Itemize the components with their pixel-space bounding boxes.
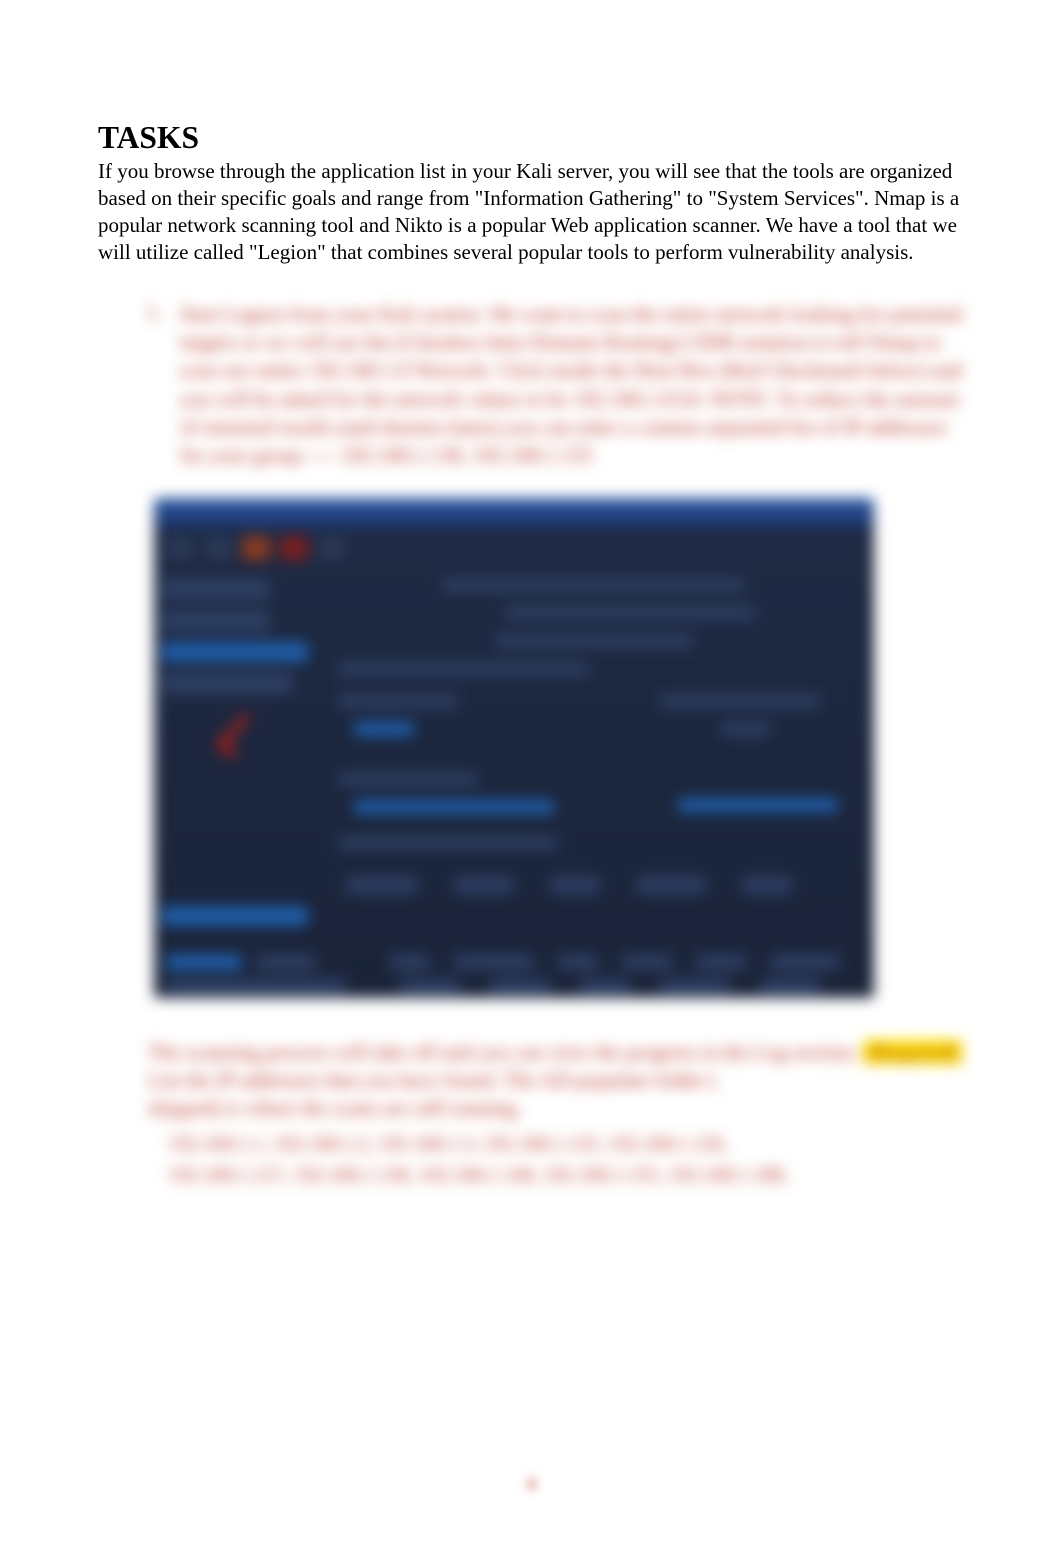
ip-row-1: 192.168.1.1, 192.168.1.2, 192.168.1.3, 1… [168,1131,964,1158]
step-number: 1. [146,300,162,470]
ip-address-list: 192.168.1.1, 192.168.1.2, 192.168.1.3, 1… [98,1131,964,1189]
bottom-line-1b: List the IP addresses that you have foun… [148,1068,717,1092]
panel-label [338,772,478,786]
footer-chip [580,978,630,994]
step-list: 1. Start Legion from your Kali system. W… [98,300,964,470]
toolbar-button[interactable] [242,536,270,560]
toolbar-button[interactable] [166,536,194,560]
sidebar-item-active[interactable] [162,642,308,662]
panel-value [720,722,770,736]
legion-app-screenshot [154,498,874,998]
toolbar-button[interactable] [318,536,346,560]
legion-footer-2 [154,976,874,998]
footer-chip [400,978,460,994]
sidebar-item[interactable] [162,672,293,694]
panel-label [338,836,558,850]
legion-sidebar [154,568,324,948]
legion-footer [154,948,874,976]
bottom-line-2: skipped) is where the scans are still ru… [148,1096,521,1120]
panel-text [338,662,589,676]
sidebar-tab[interactable] [162,906,308,926]
panel-text [442,578,745,592]
step-1: 1. Start Legion from your Kali system. W… [146,300,964,470]
sidebar-item[interactable] [162,578,270,600]
footer-chip [770,954,840,970]
toolbar-button[interactable] [280,536,308,560]
panel-label [660,694,820,708]
footer-chip [660,978,730,994]
panel-tab[interactable] [346,876,418,894]
intro-paragraph: If you browse through the application li… [98,158,964,266]
legion-titlebar [154,498,874,528]
panel-link[interactable] [678,798,838,812]
tasks-heading: TASKS [98,120,964,156]
legion-main-panel [324,568,874,948]
panel-tab[interactable] [454,876,514,894]
panel-tab[interactable] [550,876,600,894]
legion-body [154,568,874,948]
red-checkmark-icon [219,710,259,770]
page-number: 4 [0,1473,1062,1496]
panel-text [505,606,756,620]
panel-tab[interactable] [636,876,706,894]
footer-chip [760,978,820,994]
required-highlight: (Required) [863,1040,962,1064]
footer-chip [454,954,534,970]
panel-text [495,634,693,648]
footer-chip [390,954,430,970]
step-text: Start Legion from your Kali system. We w… [180,300,964,470]
footer-label [166,978,346,994]
panel-tabs [338,870,860,900]
bottom-paragraph: The scanning process will take off and y… [148,1038,964,1123]
ip-row-2: 192.168.1.127, 192.168.1.138, 192.168.1.… [168,1162,964,1189]
footer-tab[interactable] [256,954,316,970]
footer-chip [558,954,598,970]
footer-chip [622,954,672,970]
toolbar-button[interactable] [204,536,232,560]
bottom-line-1: The scanning process will take off and y… [148,1040,858,1064]
panel-label [338,694,458,708]
sidebar-item[interactable] [162,610,270,632]
panel-value [354,722,414,736]
footer-tab-active[interactable] [166,954,242,970]
footer-chip [490,978,550,994]
panel-value [354,800,554,814]
panel-tab[interactable] [742,876,792,894]
legion-toolbar [154,528,874,568]
footer-chip [696,954,746,970]
